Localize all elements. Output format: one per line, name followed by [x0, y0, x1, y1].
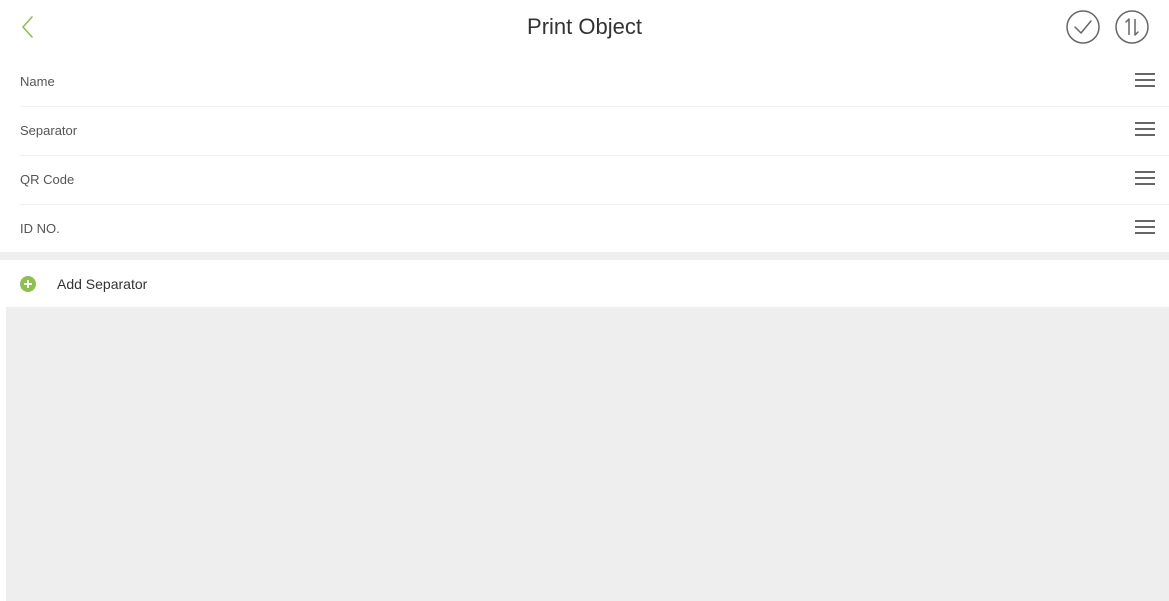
print-object-screen: Print Object Name Separator QR Code ID N…	[0, 0, 1169, 601]
list-item-qr-code[interactable]: QR Code	[20, 156, 1169, 205]
drag-handle-icon[interactable]	[1135, 122, 1155, 139]
empty-content-area	[6, 307, 1169, 601]
print-object-list: Name Separator QR Code ID NO.	[0, 58, 1169, 253]
list-item-label: Separator	[20, 123, 78, 138]
back-button[interactable]	[14, 12, 44, 42]
drag-handle-icon[interactable]	[1135, 73, 1155, 90]
sort-button[interactable]	[1114, 9, 1150, 45]
list-item-label: Name	[20, 74, 55, 89]
page-title: Print Object	[527, 14, 642, 39]
chevron-left-icon	[22, 16, 33, 38]
list-item-label: ID NO.	[20, 221, 60, 236]
add-separator-label: Add Separator	[57, 276, 148, 292]
drag-handle-icon[interactable]	[1135, 220, 1155, 237]
check-circle-icon	[1066, 10, 1100, 44]
header-bar: Print Object	[0, 0, 1169, 58]
confirm-button[interactable]	[1065, 9, 1101, 45]
sort-circle-icon	[1115, 10, 1149, 44]
list-item-id-no[interactable]: ID NO.	[20, 205, 1169, 253]
section-divider	[0, 252, 1169, 260]
plus-circle-icon	[20, 276, 36, 292]
add-separator-button[interactable]: Add Separator	[0, 260, 1169, 307]
list-item-separator[interactable]: Separator	[20, 107, 1169, 156]
list-item-label: QR Code	[20, 172, 75, 187]
list-item-name[interactable]: Name	[20, 58, 1169, 107]
drag-handle-icon[interactable]	[1135, 171, 1155, 188]
